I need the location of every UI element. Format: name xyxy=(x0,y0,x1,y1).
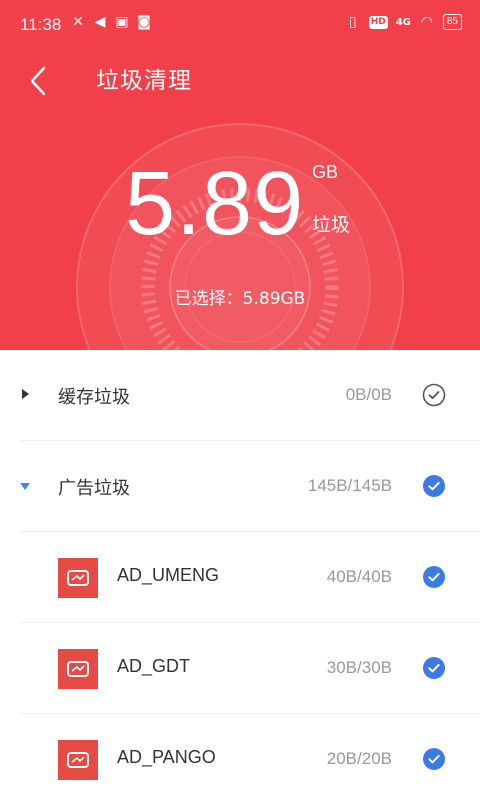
ad-item-size: 30B/30B xyxy=(326,658,392,677)
ad-app-icon xyxy=(58,558,98,598)
status-time: 11:38 xyxy=(20,15,62,34)
app-notification-icon: ▣ xyxy=(115,14,129,30)
junk-unit: GB xyxy=(312,162,339,182)
ad-app-icon xyxy=(58,740,98,780)
header: 11:38 ✕ ◀ ▣ ◙ ▯ HD 4G ◠ 85 垃圾清理 5.89 GB … xyxy=(0,0,480,350)
ad-item-row[interactable]: AD_UMENG 40B/40B xyxy=(0,532,480,623)
check-filled-icon[interactable] xyxy=(422,565,446,589)
junk-unit-label: 垃圾 xyxy=(312,214,351,236)
junk-amount: 5.89 xyxy=(125,154,305,254)
ad-item-row[interactable]: AD_GDT 30B/30B xyxy=(0,623,480,714)
tools-icon: ✕ xyxy=(72,14,84,30)
category-size: 0B/0B xyxy=(345,385,392,404)
expand-arrow-icon[interactable] xyxy=(22,389,29,399)
battery-icon: 85 xyxy=(442,14,462,30)
ad-item-label: AD_UMENG xyxy=(117,565,220,585)
back-arrow-icon[interactable] xyxy=(26,64,56,98)
check-filled-icon[interactable] xyxy=(422,656,446,680)
check-circle-icon[interactable] xyxy=(422,383,446,407)
category-row-cache[interactable]: 缓存垃圾 0B/0B xyxy=(0,350,480,441)
page-title: 垃圾清理 xyxy=(96,68,192,94)
signal-icon: 4G xyxy=(395,16,411,28)
ad-app-icon xyxy=(58,649,98,689)
collapse-arrow-icon[interactable] xyxy=(20,483,30,490)
ad-item-size: 20B/20B xyxy=(326,749,392,768)
app-notification-icon-2: ◙ xyxy=(137,14,151,30)
check-filled-icon[interactable] xyxy=(422,474,446,498)
ad-item-label: AD_GDT xyxy=(117,656,191,676)
hd-icon: HD xyxy=(368,15,388,29)
category-label: 缓存垃圾 xyxy=(58,387,130,408)
status-bar: 11:38 ✕ ◀ ▣ ◙ ▯ HD 4G ◠ 85 xyxy=(0,0,480,52)
ad-item-label: AD_PANGO xyxy=(117,747,216,767)
selected-size: 已选择：5.89GB xyxy=(174,289,306,309)
ad-item-size: 40B/40B xyxy=(326,567,392,586)
ad-item-row[interactable]: AD_PANGO 20B/20B xyxy=(0,714,480,805)
wifi-icon: ◠ xyxy=(420,14,433,30)
vibrate-icon: ▯ xyxy=(348,14,357,30)
mute-icon: ◀ xyxy=(94,14,106,30)
category-row-ads[interactable]: 广告垃圾 145B/145B xyxy=(0,441,480,532)
junk-list: 缓存垃圾 0B/0B 广告垃圾 145B/145B AD_UMENG 40B/4… xyxy=(0,350,480,805)
check-filled-icon[interactable] xyxy=(422,747,446,771)
category-label: 广告垃圾 xyxy=(58,478,130,499)
category-size: 145B/145B xyxy=(307,476,392,495)
